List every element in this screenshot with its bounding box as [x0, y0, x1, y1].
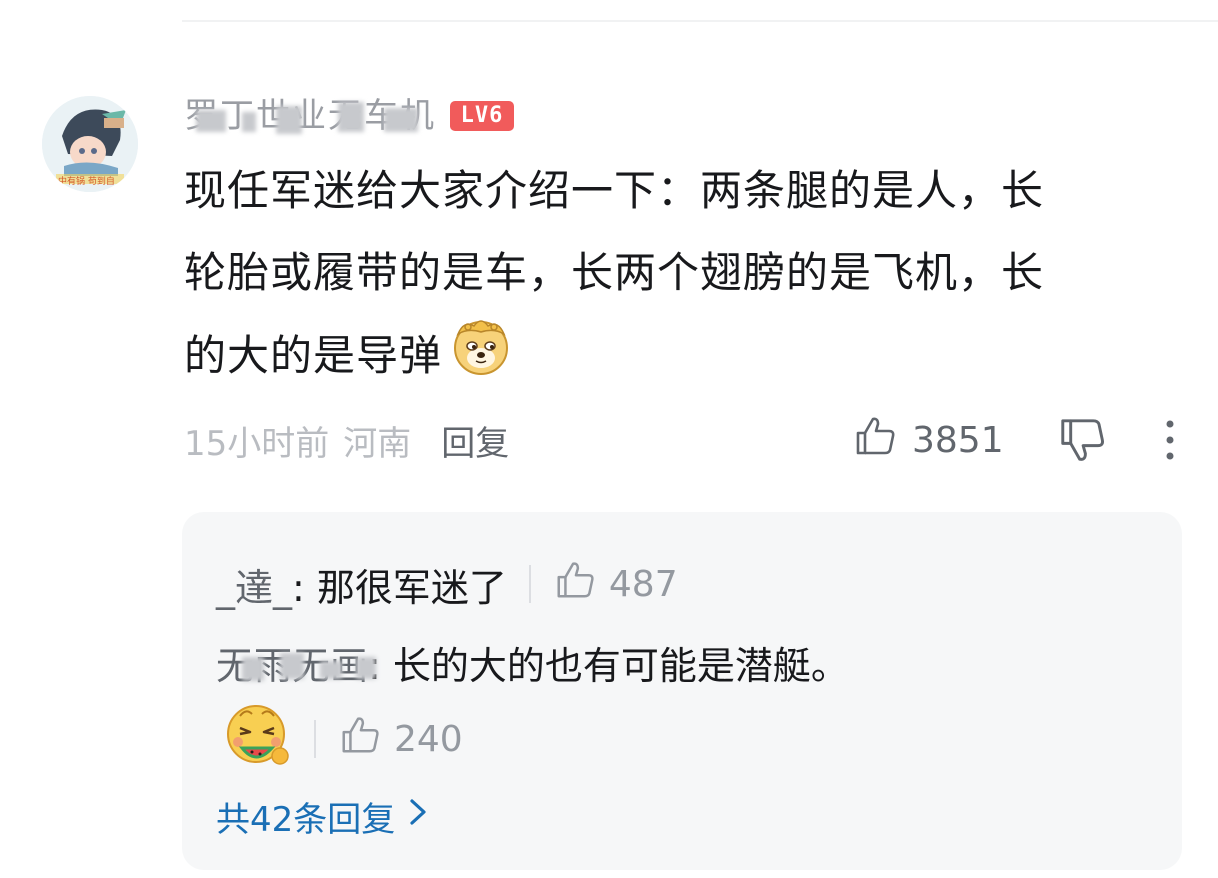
username[interactable]: 罗丁世业无车机	[184, 90, 436, 142]
more-options-icon[interactable]	[1156, 418, 1184, 462]
comment-line-3: 的大的是导弹	[184, 314, 1174, 403]
reply-like-button[interactable]: 487	[553, 558, 678, 611]
more-replies-label: 共42条回复	[216, 800, 396, 840]
thumbs-down-icon[interactable]	[1056, 414, 1108, 466]
reply-text: : 长的大的也有可能是潜艇。	[368, 643, 849, 688]
reply-item[interactable]: 无雨无画 : 长的大的也有可能是潜艇。	[216, 634, 849, 690]
comment-text: 现任军迷给大家介绍一下：两条腿的是人，长 轮胎或履带的是车，长两个翅膀的是飞机，…	[184, 150, 1174, 403]
reply-item-emote-row: 240	[216, 704, 463, 774]
divider	[528, 565, 531, 603]
reply-like-count: 487	[608, 563, 678, 605]
thumbs-up-icon	[852, 413, 898, 468]
reply-button[interactable]: 回复	[441, 416, 509, 465]
svg-text:中有锅 苟到自: 中有锅 苟到自	[58, 175, 115, 187]
reply-author[interactable]: 无雨无画	[216, 635, 376, 690]
like-button[interactable]: 3851	[852, 412, 1004, 468]
reply-like-button[interactable]: 240	[338, 713, 463, 766]
watermelon-eating-emote-icon	[222, 700, 292, 779]
reply-text: : 那很军迷了	[292, 565, 507, 610]
like-count: 3851	[912, 419, 1004, 461]
chevron-right-icon	[405, 795, 431, 838]
comment-location: 河南	[343, 423, 412, 464]
level-badge: LV6	[450, 101, 514, 131]
top-divider	[182, 20, 1218, 22]
thumbs-up-icon	[338, 713, 382, 766]
comment-line-2: 轮胎或履带的是车，长两个翅膀的是飞机，长	[184, 248, 1045, 297]
doge-emote-icon	[450, 314, 512, 403]
view-more-replies-link[interactable]: 共42条回复	[216, 792, 431, 841]
reply-like-count: 240	[394, 718, 463, 760]
divider	[314, 720, 316, 758]
comment-line-1: 现任军迷给大家介绍一下：两条腿的是人，长	[184, 166, 1045, 215]
thumbs-up-icon	[553, 558, 597, 611]
avatar[interactable]: 中有锅 苟到自	[42, 96, 138, 192]
comment-time: 15小时前	[184, 423, 330, 464]
reply-author[interactable]: _達_	[216, 557, 292, 612]
reply-item[interactable]: _達_ : 那很军迷了 487	[216, 556, 678, 612]
